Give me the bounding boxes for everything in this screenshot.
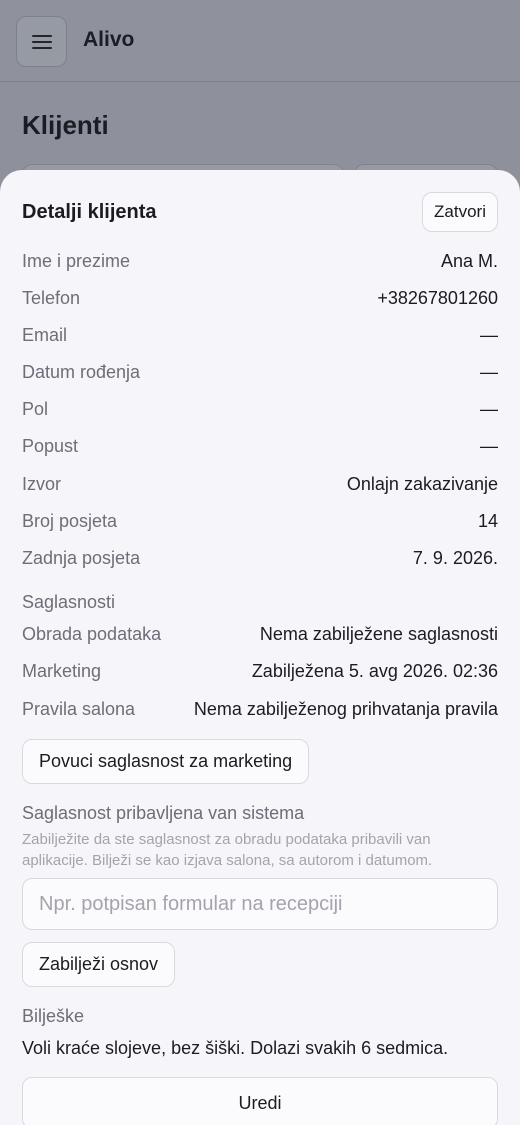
consents-heading: Saglasnosti [22, 592, 116, 612]
revoke-marketing-consent-button[interactable]: Povuci saglasnost za marketing [22, 739, 310, 784]
detail-value: 7. 9. 2026. [412, 548, 498, 568]
detail-row-phone: Telefon +38267801260 [22, 288, 498, 309]
detail-label: Izvor [22, 474, 62, 494]
detail-value: — [480, 325, 498, 345]
consent-basis-input[interactable] [22, 878, 498, 930]
offline-consent-help: Zabilježite da ste saglasnost za obradu … [22, 831, 433, 869]
record-basis-button[interactable]: Zabilježi osnov [22, 942, 176, 987]
consent-row-data-processing: Obrada podataka Nema zabilježene saglasn… [22, 624, 498, 645]
detail-row-visit-count: Broj posjeta 14 [22, 511, 498, 532]
detail-value: Ana M. [440, 251, 498, 271]
detail-value: Onlajn zakazivanje [346, 474, 498, 494]
detail-value: 14 [477, 511, 498, 531]
consent-row-marketing: Marketing Zabilježena 5. avg 2026. 02:36 [22, 661, 498, 682]
consent-value: Nema zabilježene saglasnosti [259, 624, 498, 644]
consent-value: Nema zabilježenog prihvatanja pravila [193, 699, 498, 719]
detail-value: — [480, 399, 498, 419]
detail-value: — [480, 362, 498, 382]
detail-label: Telefon [22, 288, 81, 308]
detail-label: Ime i prezime [22, 251, 131, 271]
notes-text: Voli kraće slojeve, bez šiški. Dolazi sv… [22, 1038, 449, 1058]
detail-label: Zadnja posjeta [22, 548, 141, 568]
client-details-sheet: Detalji klijenta Zatvori Ime i prezime A… [0, 170, 520, 1125]
detail-row-birthdate: Datum rođenja — [22, 362, 498, 383]
consent-value: Zabilježena 5. avg 2026. 02:36 [251, 661, 498, 681]
detail-row-gender: Pol — [22, 399, 498, 420]
consent-label: Marketing [22, 661, 102, 681]
consent-label: Obrada podataka [22, 624, 162, 644]
sheet-title: Detalji klijenta [22, 201, 157, 223]
consent-row-salon-rules: Pravila salona Nema zabilježenog prihvat… [22, 699, 498, 720]
detail-row-name: Ime i prezime Ana M. [22, 251, 498, 272]
detail-row-discount: Popust — [22, 436, 498, 457]
page-title: Klijenti [22, 110, 109, 140]
detail-row-email: Email — [22, 325, 498, 346]
hamburger-icon [31, 34, 52, 49]
app-header: Alivo [0, 0, 520, 82]
menu-button[interactable] [16, 16, 67, 67]
detail-value: — [480, 436, 498, 456]
close-button[interactable]: Zatvori [422, 192, 498, 232]
app-title: Alivo [83, 28, 135, 51]
consent-label: Pravila salona [22, 699, 136, 719]
notes-heading: Bilješke [22, 1006, 85, 1026]
detail-label: Pol [22, 399, 49, 419]
detail-value: +38267801260 [377, 288, 498, 308]
detail-label: Email [22, 325, 68, 345]
detail-row-source: Izvor Onlajn zakazivanje [22, 474, 498, 495]
detail-label: Broj posjeta [22, 511, 118, 531]
offline-consent-heading: Saglasnost pribavljena van sistema [22, 803, 305, 823]
edit-button[interactable]: Uredi [22, 1077, 498, 1125]
detail-label: Datum rođenja [22, 362, 141, 382]
detail-label: Popust [22, 436, 79, 456]
detail-row-last-visit: Zadnja posjeta 7. 9. 2026. [22, 548, 498, 569]
